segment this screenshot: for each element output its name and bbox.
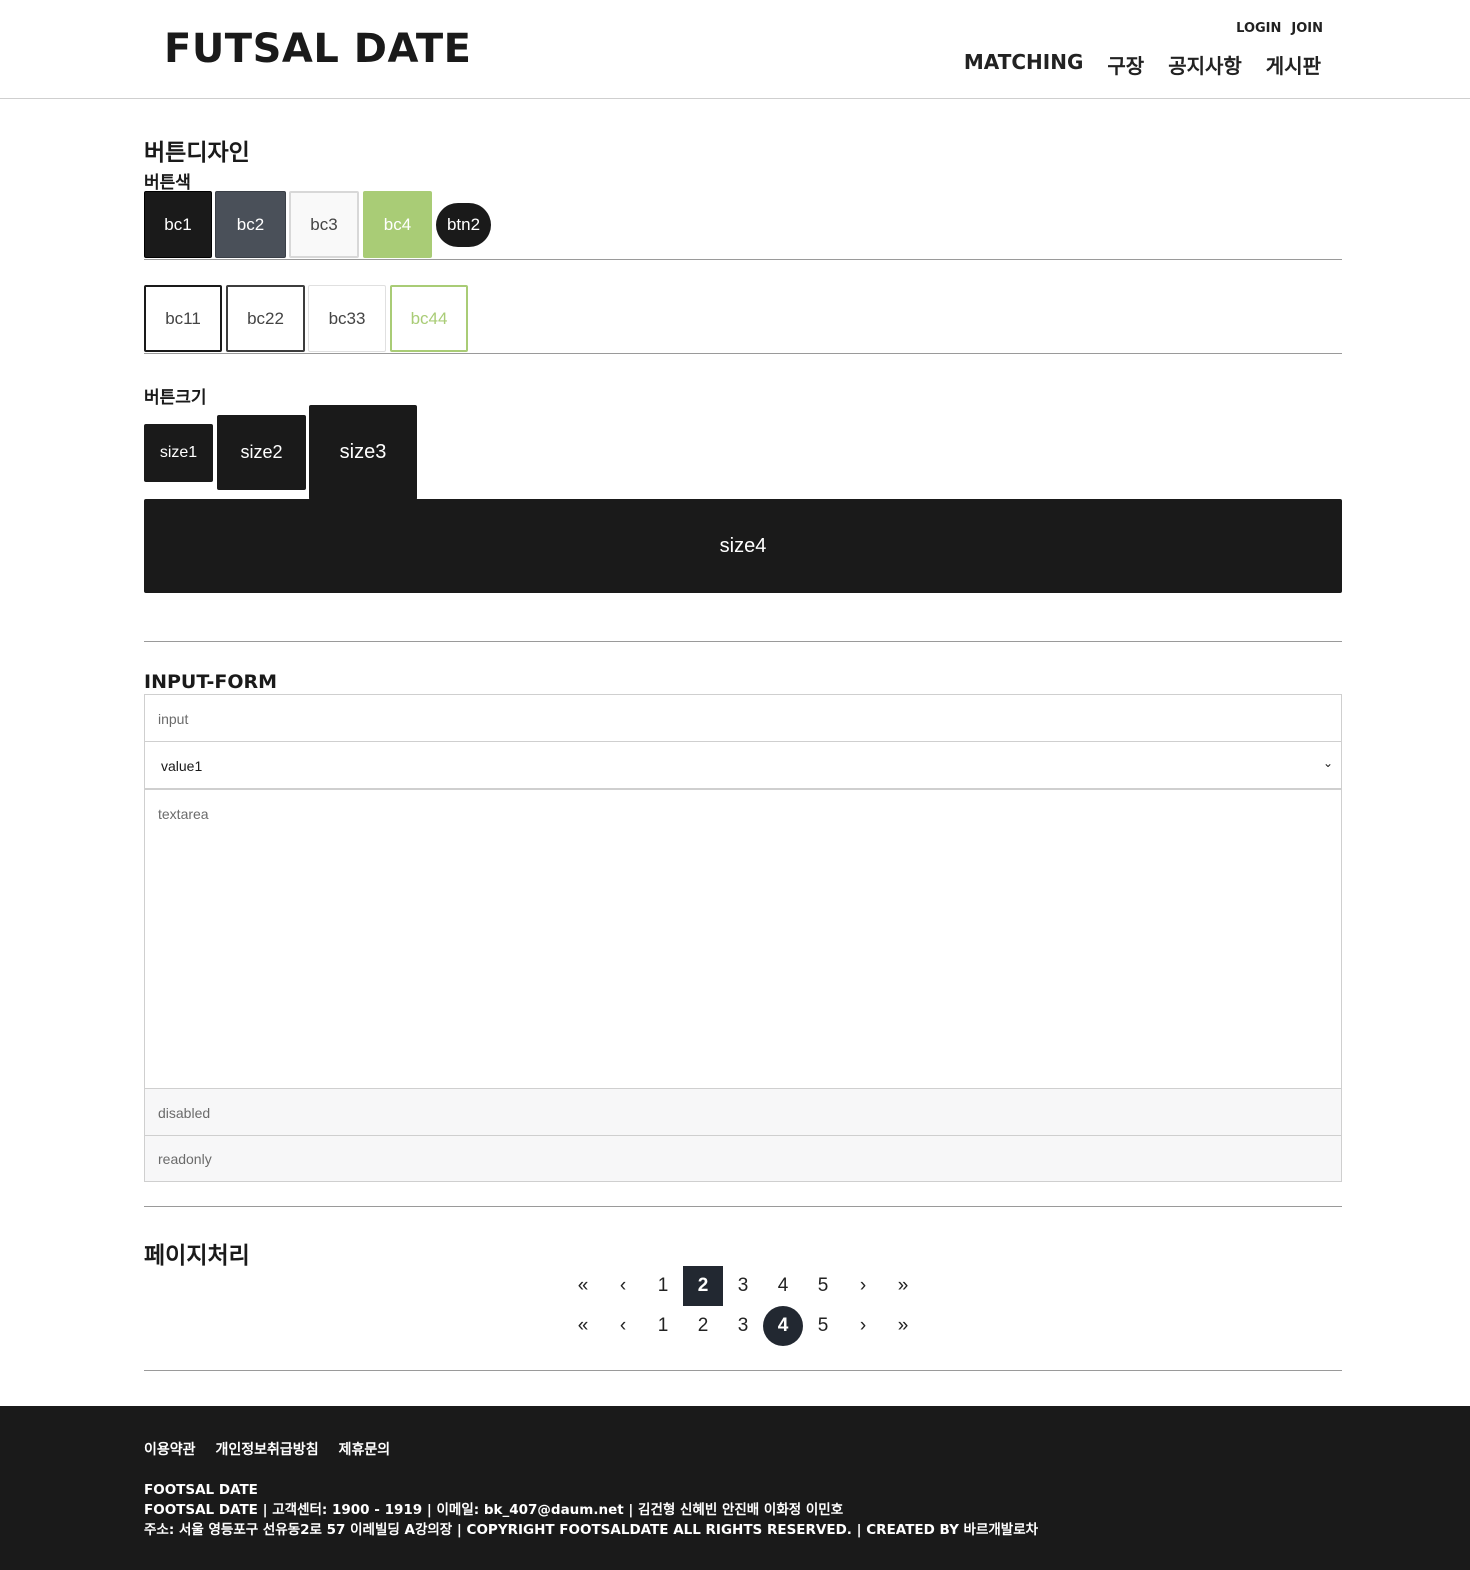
page-1[interactable]: 1 <box>643 1266 683 1306</box>
divider <box>144 259 1342 260</box>
page-3[interactable]: 3 <box>723 1306 763 1346</box>
pagination-square: « ‹ 1 2 3 4 5 › » <box>563 1266 923 1306</box>
page-5[interactable]: 5 <box>803 1306 843 1346</box>
chevron-down-icon: ⌄ <box>1322 756 1333 770</box>
size3-button[interactable]: size3 <box>309 405 417 500</box>
footer-brand: FOOTSAL DATE <box>144 1482 258 1498</box>
partnership-link[interactable]: 제휴문의 <box>339 1439 391 1459</box>
size4-button[interactable]: size4 <box>144 499 1342 593</box>
select-box[interactable]: value1 ⌄ <box>144 741 1342 789</box>
join-link[interactable]: JOIN <box>1291 21 1323 36</box>
divider <box>144 1370 1342 1371</box>
next-page-button[interactable]: › <box>843 1266 883 1306</box>
input-placeholder: input <box>158 711 189 727</box>
main-nav: MATCHING 구장 공지사항 게시판 <box>964 50 1321 79</box>
divider <box>144 641 1342 642</box>
next-page-button[interactable]: › <box>843 1306 883 1346</box>
button-design-title: 버튼디자인 <box>144 140 250 166</box>
footer-address: 주소: 서울 영등포구 선유동2로 57 이레빌딩 A강의장 | COPYRIG… <box>144 1522 1039 1538</box>
disabled-placeholder: disabled <box>158 1105 211 1121</box>
btn2-button[interactable]: btn2 <box>436 203 491 247</box>
last-page-button[interactable]: » <box>883 1306 923 1346</box>
prev-page-button[interactable]: ‹ <box>603 1306 643 1346</box>
button-size-title: 버튼크기 <box>144 388 207 408</box>
bc1-button[interactable]: bc1 <box>144 191 212 258</box>
bc33-button[interactable]: bc33 <box>308 285 386 352</box>
first-page-button[interactable]: « <box>563 1266 603 1306</box>
bc11-button[interactable]: bc11 <box>144 285 222 352</box>
disabled-input: disabled <box>144 1088 1342 1136</box>
login-link[interactable]: LOGIN <box>1236 21 1281 36</box>
bc2-button[interactable]: bc2 <box>215 191 286 258</box>
nav-item-notice[interactable]: 공지사항 <box>1168 50 1242 79</box>
readonly-placeholder: readonly <box>158 1151 212 1167</box>
input-form-title: INPUT-FORM <box>144 671 278 693</box>
footer-info: FOOTSAL DATE FOOTSAL DATE | 고객센터: 1900 -… <box>144 1480 1038 1540</box>
first-page-button[interactable]: « <box>563 1306 603 1346</box>
textarea-placeholder: textarea <box>158 806 209 822</box>
nav-item-board[interactable]: 게시판 <box>1266 50 1321 79</box>
readonly-input[interactable]: readonly <box>144 1135 1342 1182</box>
footer-contact: FOOTSAL DATE | 고객센터: 1900 - 1919 | 이메일: … <box>144 1502 844 1518</box>
page-5[interactable]: 5 <box>803 1266 843 1306</box>
nav-item-matching[interactable]: MATCHING <box>964 50 1083 79</box>
nav-item-stadium[interactable]: 구장 <box>1107 50 1144 79</box>
select-value: value1 <box>161 758 203 774</box>
page-2-active[interactable]: 2 <box>683 1266 723 1306</box>
prev-page-button[interactable]: ‹ <box>603 1266 643 1306</box>
privacy-link[interactable]: 개인정보취급방침 <box>216 1439 319 1459</box>
site-logo[interactable]: FUTSAL DATE <box>164 26 471 72</box>
divider <box>144 353 1342 354</box>
terms-link[interactable]: 이용약관 <box>144 1439 196 1459</box>
page-4-active[interactable]: 4 <box>763 1306 803 1346</box>
size1-button[interactable]: size1 <box>144 424 213 482</box>
page-4[interactable]: 4 <box>763 1266 803 1306</box>
page-2[interactable]: 2 <box>683 1306 723 1346</box>
size2-button[interactable]: size2 <box>217 415 306 490</box>
divider <box>144 1206 1342 1207</box>
bc44-button[interactable]: bc44 <box>390 285 468 352</box>
button-color-title: 버튼색 <box>144 173 191 193</box>
site-header: FUTSAL DATE LOGIN JOIN MATCHING 구장 공지사항 … <box>0 0 1470 99</box>
textarea-field[interactable]: textarea <box>144 789 1342 1089</box>
util-menu: LOGIN JOIN <box>1236 21 1323 36</box>
footer-links: 이용약관 개인정보취급방침 제휴문의 <box>144 1439 390 1459</box>
bc3-button[interactable]: bc3 <box>289 191 359 258</box>
pagination-title: 페이지처리 <box>144 1243 250 1269</box>
bc22-button[interactable]: bc22 <box>226 285 305 352</box>
last-page-button[interactable]: » <box>883 1266 923 1306</box>
bc4-button[interactable]: bc4 <box>363 191 432 258</box>
site-footer: 이용약관 개인정보취급방침 제휴문의 FOOTSAL DATE FOOTSAL … <box>0 1406 1470 1570</box>
page-3[interactable]: 3 <box>723 1266 763 1306</box>
page-1[interactable]: 1 <box>643 1306 683 1346</box>
pagination-circle: « ‹ 1 2 3 4 5 › » <box>563 1306 923 1346</box>
text-input[interactable]: input <box>144 694 1342 742</box>
